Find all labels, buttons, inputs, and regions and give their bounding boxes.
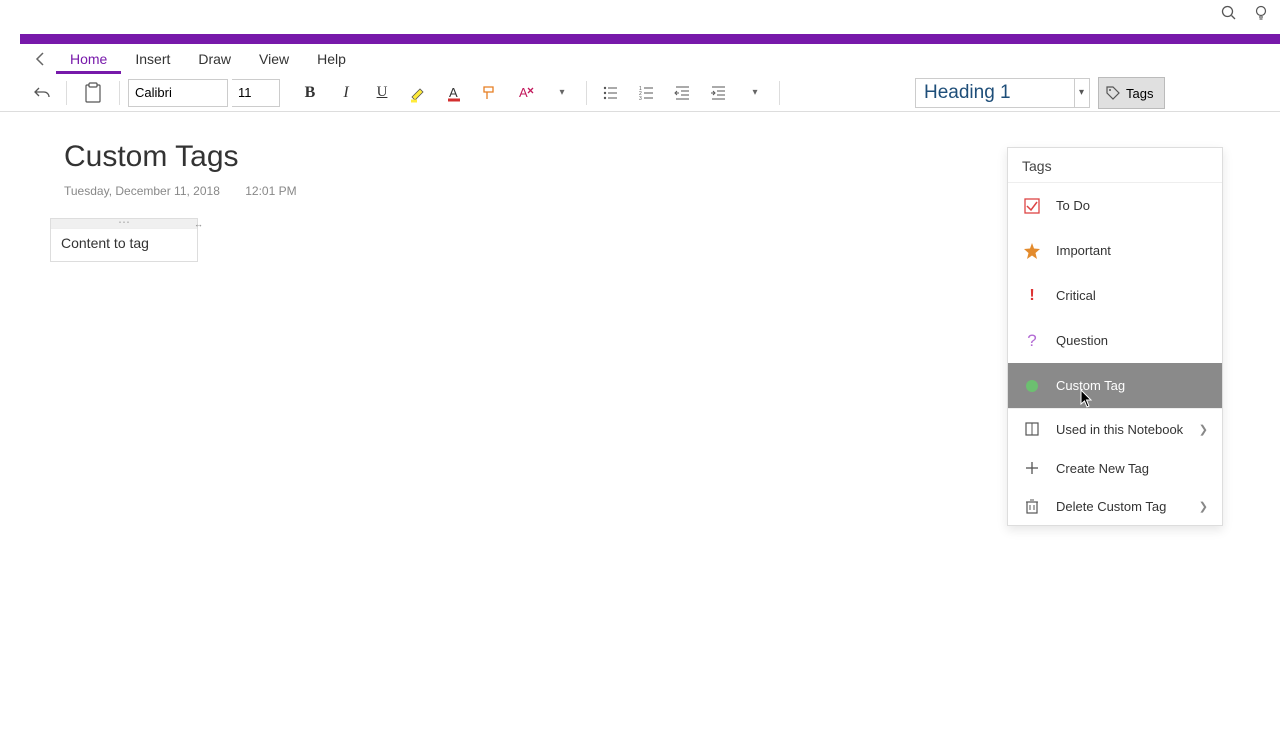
plus-icon: [1022, 458, 1042, 478]
menu-label: Delete Custom Tag: [1056, 499, 1166, 514]
indent-button[interactable]: [703, 77, 735, 109]
back-button[interactable]: [26, 44, 56, 74]
tag-item-important[interactable]: Important: [1008, 228, 1222, 273]
tags-dropdown-panel: Tags To Do Important ! Critical ? Questi…: [1007, 147, 1223, 526]
page-date: Tuesday, December 11, 2018: [64, 184, 220, 198]
note-drag-handle[interactable]: ↔: [51, 219, 197, 229]
tag-item-custom[interactable]: Custom Tag: [1008, 363, 1222, 408]
tag-label: Question: [1056, 333, 1108, 348]
clear-formatting-button[interactable]: A: [510, 77, 542, 109]
tag-item-question[interactable]: ? Question: [1008, 318, 1222, 363]
highlight-button[interactable]: [402, 77, 434, 109]
ribbon-toolbar: B I U A A ▾ 123 ▾ Heading 1 ▾ Tags: [0, 74, 1280, 112]
delete-custom-tag-item[interactable]: Delete Custom Tag ❯: [1008, 487, 1222, 525]
ribbon-tabs: Home Insert Draw View Help: [0, 44, 1280, 74]
bullets-button[interactable]: [595, 77, 627, 109]
tab-home[interactable]: Home: [56, 45, 121, 74]
menu-label: Used in this Notebook: [1056, 422, 1183, 437]
menu-label: Create New Tag: [1056, 461, 1149, 476]
tag-item-critical[interactable]: ! Critical: [1008, 273, 1222, 318]
paste-button[interactable]: [75, 77, 111, 109]
toolbar-divider: [779, 81, 780, 105]
tab-help[interactable]: Help: [303, 45, 360, 74]
used-in-notebook-item[interactable]: Used in this Notebook ❯: [1008, 409, 1222, 449]
create-new-tag-item[interactable]: Create New Tag: [1008, 449, 1222, 487]
tag-label: Important: [1056, 243, 1111, 258]
tab-view[interactable]: View: [245, 45, 303, 74]
tab-draw[interactable]: Draw: [184, 45, 245, 74]
trash-icon: [1022, 496, 1042, 516]
exclamation-icon: !: [1022, 286, 1042, 306]
star-icon: [1022, 241, 1042, 261]
font-size-input[interactable]: [232, 79, 280, 107]
format-painter-button[interactable]: [474, 77, 506, 109]
chevron-right-icon: ❯: [1199, 423, 1208, 436]
numbering-button[interactable]: 123: [631, 77, 663, 109]
chevron-right-icon: ❯: [1199, 500, 1208, 513]
toolbar-divider: [586, 81, 587, 105]
circle-icon: [1022, 376, 1042, 396]
font-name-input[interactable]: [128, 79, 228, 107]
toolbar-divider: [119, 81, 120, 105]
bold-button[interactable]: B: [294, 77, 326, 109]
tag-icon: [1105, 85, 1121, 101]
outdent-button[interactable]: [667, 77, 699, 109]
tags-button-label: Tags: [1126, 86, 1153, 101]
svg-text:A: A: [449, 85, 458, 100]
tell-me-icon[interactable]: [1252, 4, 1270, 27]
font-color-button[interactable]: A: [438, 77, 470, 109]
undo-button[interactable]: [26, 77, 58, 109]
tag-label: Custom Tag: [1056, 378, 1125, 393]
question-icon: ?: [1022, 331, 1042, 351]
search-icon[interactable]: [1220, 4, 1238, 27]
styles-selector[interactable]: Heading 1: [915, 78, 1075, 108]
toolbar-divider: [66, 81, 67, 105]
notebook-icon: [1022, 419, 1042, 439]
more-font-button[interactable]: ▾: [546, 77, 578, 109]
tag-label: To Do: [1056, 198, 1090, 213]
underline-button[interactable]: U: [366, 77, 398, 109]
svg-text:3: 3: [639, 96, 642, 102]
page-time: 12:01 PM: [245, 184, 296, 198]
styles-dropdown-icon[interactable]: ▾: [1074, 78, 1090, 108]
italic-button[interactable]: I: [330, 77, 362, 109]
tab-insert[interactable]: Insert: [121, 45, 184, 74]
note-text[interactable]: Content to tag: [51, 229, 197, 261]
tags-button[interactable]: Tags: [1098, 77, 1165, 109]
tag-label: Critical: [1056, 288, 1096, 303]
tag-item-todo[interactable]: To Do: [1008, 183, 1222, 228]
title-bar: [20, 34, 1280, 44]
more-paragraph-button[interactable]: ▾: [739, 77, 771, 109]
svg-text:A: A: [519, 85, 528, 100]
checkbox-icon: [1022, 196, 1042, 216]
resize-handle-icon[interactable]: ↔: [194, 219, 203, 229]
note-container[interactable]: ↔ Content to tag: [50, 218, 198, 262]
tags-panel-header: Tags: [1008, 148, 1222, 182]
